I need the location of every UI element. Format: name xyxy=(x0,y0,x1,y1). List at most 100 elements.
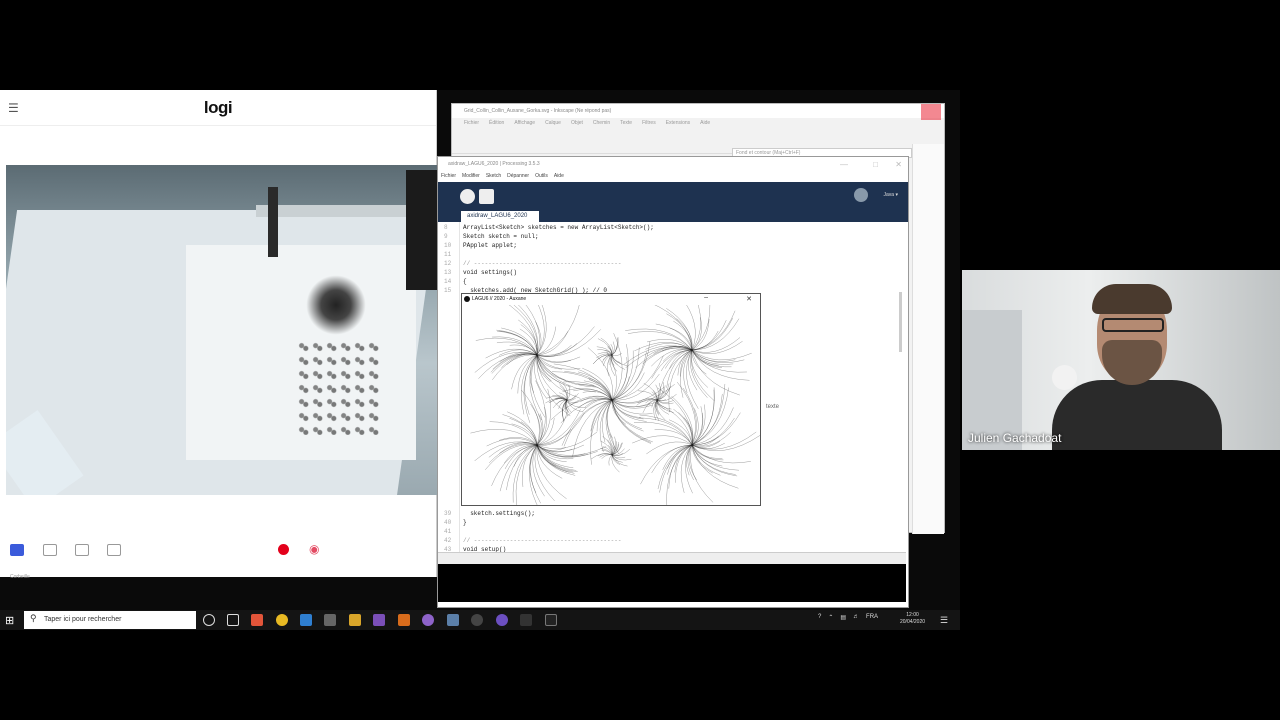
menu-item[interactable]: Extensions xyxy=(666,120,690,130)
scrollbar[interactable] xyxy=(899,292,902,352)
maximize-icon[interactable]: □ xyxy=(873,160,878,169)
taskbar-search[interactable]: ⚲ Taper ici pour rechercher xyxy=(24,611,196,629)
menu-item[interactable]: Édition xyxy=(489,120,504,130)
visual-studio-icon[interactable] xyxy=(373,614,385,626)
drawn-stroke xyxy=(536,444,607,456)
brave-icon[interactable] xyxy=(251,614,263,626)
drawn-stroke xyxy=(691,444,739,489)
processing-app-icon xyxy=(464,296,470,302)
drawn-stroke xyxy=(662,444,693,470)
volume-icon[interactable]: ♬ xyxy=(853,614,859,621)
language-indicator[interactable]: FRA xyxy=(866,614,878,621)
minimize-icon[interactable]: – xyxy=(704,294,708,301)
line-number: 9 xyxy=(444,233,448,240)
drawn-stroke xyxy=(691,444,751,464)
drawn-stroke xyxy=(509,418,538,446)
drawn-stroke xyxy=(536,354,562,384)
drawn-stroke xyxy=(666,313,693,351)
drawn-stroke xyxy=(563,399,613,447)
run-button[interactable] xyxy=(460,189,475,204)
stop-button[interactable] xyxy=(479,189,494,204)
mode-selector[interactable]: Java ▾ xyxy=(884,192,898,198)
drawn-stroke xyxy=(653,390,658,401)
menu-item[interactable]: Aide xyxy=(554,173,564,182)
menu-item[interactable]: Fichier xyxy=(441,173,456,182)
processing-icon[interactable] xyxy=(447,614,459,626)
layout-grid-icon[interactable] xyxy=(107,544,121,556)
drawn-stroke xyxy=(508,305,538,356)
windows-icon[interactable]: ⊞ xyxy=(5,614,14,627)
layout-single-icon[interactable] xyxy=(10,544,24,556)
drawn-stroke xyxy=(673,320,693,351)
line-number: 39 xyxy=(444,510,452,517)
close-icon[interactable] xyxy=(921,104,941,120)
drawn-stroke xyxy=(534,444,555,501)
menu-item[interactable]: Fichier xyxy=(464,120,479,130)
drawn-stroke xyxy=(518,305,539,356)
drawn-stroke xyxy=(691,444,723,467)
chevron-up-icon[interactable]: ⌃ xyxy=(828,614,833,621)
notifications-icon[interactable]: ☰ xyxy=(940,615,948,626)
clock-date: 20/04/2020 xyxy=(900,619,926,625)
app-icon[interactable] xyxy=(422,614,434,626)
code-line: PApplet applet; xyxy=(463,242,518,249)
camera-icon[interactable]: ◉ xyxy=(309,542,319,556)
menu-item[interactable]: Texte xyxy=(620,120,632,130)
player-icon[interactable] xyxy=(545,614,557,626)
record-button[interactable] xyxy=(278,544,289,555)
drawn-stroke xyxy=(605,399,615,450)
drawn-stroke xyxy=(501,327,538,356)
menu-item[interactable]: Filtres xyxy=(642,120,656,130)
menu-item[interactable]: Sketch xyxy=(486,173,501,182)
close-icon[interactable]: ✕ xyxy=(746,295,752,303)
menu-item[interactable]: Modifier xyxy=(462,173,480,182)
screen: ☰ logi ◉ Corbeille Grid_Collin_Collin_Au… xyxy=(0,0,1280,720)
menu-item[interactable]: Chemin xyxy=(593,120,610,130)
close-icon[interactable]: ✕ xyxy=(895,160,902,169)
cortana-icon[interactable] xyxy=(203,614,215,626)
network-icon[interactable]: ▤ xyxy=(840,614,846,621)
code-line: sketch.settings(); xyxy=(463,510,536,517)
file-explorer-icon[interactable] xyxy=(349,614,361,626)
processing-toolbar: Java ▾ xyxy=(438,182,908,211)
drawn-stroke xyxy=(691,305,701,351)
layout-pip-icon[interactable] xyxy=(43,544,57,556)
menu-item[interactable]: Aide xyxy=(700,120,710,130)
inkscape-icon[interactable] xyxy=(471,614,483,626)
help-icon[interactable]: ? xyxy=(818,614,821,621)
menu-item[interactable]: Dépanner xyxy=(507,173,529,182)
sublime-icon[interactable] xyxy=(398,614,410,626)
background-door xyxy=(962,310,1022,450)
drawn-stroke xyxy=(611,354,628,366)
tab-main[interactable]: axidraw_LAGU6_2020 xyxy=(461,211,539,222)
layout-split-icon[interactable] xyxy=(75,544,89,556)
drawn-stroke xyxy=(536,429,572,446)
clock[interactable]: 12:00 20/04/2020 xyxy=(900,612,925,626)
drawn-stroke xyxy=(535,380,546,446)
hamburger-menu-icon[interactable]: ☰ xyxy=(8,101,19,115)
minimize-icon[interactable]: — xyxy=(840,160,848,169)
code-line: } xyxy=(463,519,467,526)
line-number: 10 xyxy=(444,242,452,249)
generative-drawing xyxy=(470,305,760,505)
drawn-stroke xyxy=(691,310,736,351)
chrome-icon[interactable] xyxy=(276,614,288,626)
drawn-stroke xyxy=(536,326,595,356)
drawn-stroke xyxy=(530,403,541,446)
app-icon[interactable] xyxy=(324,614,336,626)
menu-item[interactable]: Outils xyxy=(535,173,548,182)
plotter-camera-feed xyxy=(6,165,437,495)
task-view-icon[interactable] xyxy=(227,614,239,626)
obs-icon[interactable] xyxy=(496,614,508,626)
app-icon[interactable] xyxy=(520,614,532,626)
menu-item[interactable]: Calque xyxy=(545,120,561,130)
vscode-icon[interactable] xyxy=(300,614,312,626)
drawn-stroke xyxy=(623,345,693,365)
line-number: 15 xyxy=(444,287,452,294)
menu-item[interactable]: Objet xyxy=(571,120,583,130)
logi-logo: logi xyxy=(203,97,233,117)
inkscape-title: Grid_Collin_Collin_Auxane_Gorka.svg - In… xyxy=(452,104,944,118)
menu-item[interactable]: Affichage xyxy=(514,120,535,130)
debug-icon[interactable] xyxy=(854,188,868,202)
drawn-stroke xyxy=(529,354,538,393)
